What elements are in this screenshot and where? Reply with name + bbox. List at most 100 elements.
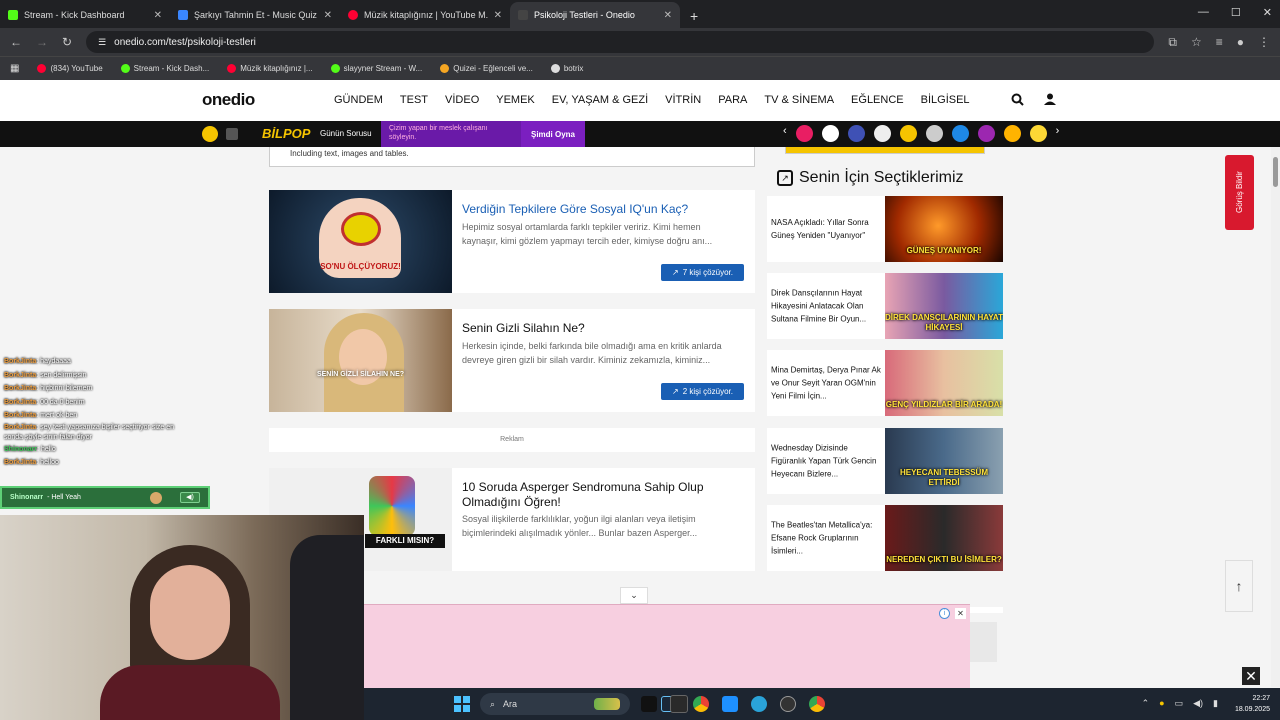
windows-start-icon[interactable] [454, 696, 470, 712]
reload-icon[interactable]: ↻ [62, 35, 72, 49]
story-icon[interactable] [847, 125, 865, 142]
feedback-button[interactable]: Görüş Bildir [1225, 155, 1254, 230]
bookmark-quizei[interactable]: Quizei - Eğlenceli ve... [440, 64, 533, 73]
taskbar-search[interactable]: ⌕ Ara [480, 693, 630, 715]
chrome-icon[interactable] [693, 696, 709, 712]
sidebar-item[interactable]: Wednesday Dizisinde Figüranlık Yapan Tür… [767, 428, 1003, 494]
close-window-icon[interactable]: ✕ [1263, 6, 1272, 19]
sidebar-item[interactable]: Direk Dansçılarının Hayat Hikayesini Anl… [767, 273, 1003, 339]
nav-gundem[interactable]: GÜNDEM [334, 94, 383, 106]
story-icon[interactable] [951, 125, 969, 142]
nav-eglence[interactable]: EĞLENCE [851, 94, 904, 106]
obs-icon[interactable] [780, 696, 796, 712]
sidebar-thumbnail[interactable]: DİREK DANSÇILARININ HAYAT HİKAYESİ [885, 273, 1003, 339]
story-icon[interactable] [873, 125, 891, 142]
nav-test[interactable]: TEST [400, 94, 428, 106]
network-icon[interactable]: ▭ [1175, 698, 1184, 709]
solvers-badge[interactable]: ↗ 7 kişi çözüyor. [661, 264, 744, 281]
story-icon[interactable] [1003, 125, 1021, 142]
story-icon[interactable] [1029, 125, 1047, 142]
sidebar-item[interactable]: Mina Demirtaş, Derya Pınar Ak ve Onur Se… [767, 350, 1003, 416]
nav-para[interactable]: PARA [718, 94, 747, 106]
chevron-left-icon[interactable]: ‹ [783, 125, 787, 142]
sidebar-thumbnail[interactable]: GENÇ YILDIZLAR BİR ARADA! [885, 350, 1003, 416]
games-icon[interactable] [202, 126, 218, 142]
browser-tab-youtube-music[interactable]: Müzik kitaplığınız | YouTube M... ✕ [340, 2, 510, 28]
search-icon[interactable] [1011, 93, 1024, 109]
edge-icon[interactable] [751, 696, 767, 712]
nav-yemek[interactable]: YEMEK [496, 94, 535, 106]
browser-tab-onedio[interactable]: Psikoloji Testleri - Onedio ✕ [510, 2, 680, 28]
ad-collapse-button[interactable]: ⌄ [620, 587, 648, 604]
microphone-icon[interactable]: ● [1159, 698, 1164, 709]
bookmark-youtube-music[interactable]: Müzik kitaplığınız |... [227, 64, 313, 73]
sidebar-item[interactable]: The Beatles'tan Metallica'ya: Efsane Roc… [767, 505, 1003, 571]
test-card[interactable]: SO'NU ÖLÇÜYORUZ! Verdiğin Tepkilere Göre… [269, 190, 755, 293]
new-tab-button[interactable]: + [680, 8, 708, 28]
close-icon[interactable]: ✕ [324, 10, 332, 21]
nav-video[interactable]: VİDEO [445, 94, 479, 106]
back-icon[interactable]: ← [10, 35, 22, 49]
question-promo[interactable]: Çizim yapan bir meslek çalışanı söyleyin… [381, 121, 521, 147]
sidebar-thumbnail[interactable]: HEYECANI TEBESSÜM ETTİRDİ [885, 428, 1003, 494]
sidebar-thumbnail[interactable]: NEREDEN ÇIKTI BU İSİMLER? [885, 505, 1003, 571]
bookmark-youtube[interactable]: (834) YouTube [37, 64, 103, 73]
taskbar-clock[interactable]: 22:27 18.09.2025 [1235, 693, 1270, 715]
address-bar[interactable]: ☰ onedio.com/test/psikoloji-testleri [86, 31, 1155, 53]
bookmark-slayyner[interactable]: slayyner Stream - W... [330, 64, 422, 73]
tray-chevron-icon[interactable]: ⌃ [1142, 698, 1150, 709]
close-icon[interactable]: ✕ [494, 10, 502, 21]
story-icon[interactable] [977, 125, 995, 142]
site-info-icon[interactable]: ☰ [98, 37, 106, 48]
chrome-profile-icon[interactable] [809, 696, 825, 712]
scroll-top-button[interactable]: ↑ [1225, 560, 1253, 612]
onedio-logo[interactable]: onedio [202, 90, 255, 110]
shield-app-icon[interactable] [722, 696, 738, 712]
media-icon[interactable]: ≡ [1216, 35, 1223, 49]
apps-icon[interactable]: ▦ [10, 63, 19, 74]
bookmark-star-icon[interactable]: ☆ [1191, 35, 1202, 49]
forward-icon[interactable]: → [36, 35, 48, 49]
bookmark-botrix[interactable]: botrix [550, 64, 583, 73]
nav-vitrin[interactable]: VİTRİN [665, 94, 701, 106]
scrollbar-thumb[interactable] [1273, 157, 1278, 187]
ad-close-icon[interactable]: ✕ [955, 608, 966, 619]
test-thumbnail[interactable]: SO'NU ÖLÇÜYORUZ! [269, 190, 452, 293]
bottom-ad-banner[interactable]: i ✕ [364, 604, 970, 688]
test-title[interactable]: Verdiğin Tepkilere Göre Sosyal IQ'un Kaç… [462, 202, 742, 217]
minimize-icon[interactable]: — [1198, 6, 1209, 19]
nav-ev-yasam-gezi[interactable]: EV, YAŞAM & GEZİ [552, 94, 648, 106]
browser-tab-quiz[interactable]: Şarkıyı Tahmin Et - Music Quiz ✕ [170, 2, 340, 28]
maximize-icon[interactable]: ☐ [1231, 6, 1241, 19]
bilpop-logo[interactable]: BİLPOP [262, 126, 310, 141]
simdi-oyna-button[interactable]: Şimdi Oyna [521, 121, 585, 147]
page-scrollbar[interactable] [1271, 147, 1280, 687]
close-icon[interactable]: ✕ [664, 10, 672, 21]
story-icon[interactable] [821, 125, 839, 142]
nav-bilgisel[interactable]: BİLGİSEL [921, 94, 970, 106]
story-icon[interactable] [899, 125, 917, 142]
test-card[interactable]: SENİN GİZLİ SİLAHIN NE? Senin Gizli Sila… [269, 309, 755, 412]
bookmark-kick-dashboard[interactable]: Stream - Kick Dash... [120, 64, 209, 73]
battery-icon[interactable]: ▮ [1213, 698, 1218, 709]
test-title[interactable]: 10 Soruda Asperger Sendromuna Sahip Olup… [462, 480, 742, 510]
chevron-right-icon[interactable]: › [1056, 125, 1060, 142]
profile-icon[interactable]: ● [1237, 35, 1244, 49]
browser-tab-kick[interactable]: Stream - Kick Dashboard ✕ [0, 2, 170, 28]
sidebar-item[interactable]: NASA Açıkladı: Yıllar Sonra Güneş Yenide… [767, 196, 1003, 262]
story-icon[interactable] [795, 125, 813, 142]
task-view-icon[interactable] [641, 696, 657, 712]
overlay-close-button[interactable]: ✕ [1242, 667, 1260, 685]
solvers-badge[interactable]: ↗ 2 kişi çözüyor. [661, 383, 744, 400]
menu-icon[interactable]: ⋮ [1258, 35, 1270, 49]
install-icon[interactable]: ⧉ [1168, 35, 1177, 50]
story-icon[interactable] [925, 125, 943, 142]
ad-info-icon[interactable]: i [939, 608, 950, 619]
nav-tv-sinema[interactable]: TV & SİNEMA [764, 94, 834, 106]
grid-icon[interactable] [226, 128, 238, 140]
test-title[interactable]: Senin Gizli Silahın Ne? [462, 321, 742, 336]
user-icon[interactable] [1044, 93, 1056, 109]
sidebar-thumbnail[interactable]: GÜNEŞ UYANIYOR! [885, 196, 1003, 262]
volume-icon[interactable]: ◀) [1193, 698, 1203, 709]
close-icon[interactable]: ✕ [154, 10, 162, 21]
